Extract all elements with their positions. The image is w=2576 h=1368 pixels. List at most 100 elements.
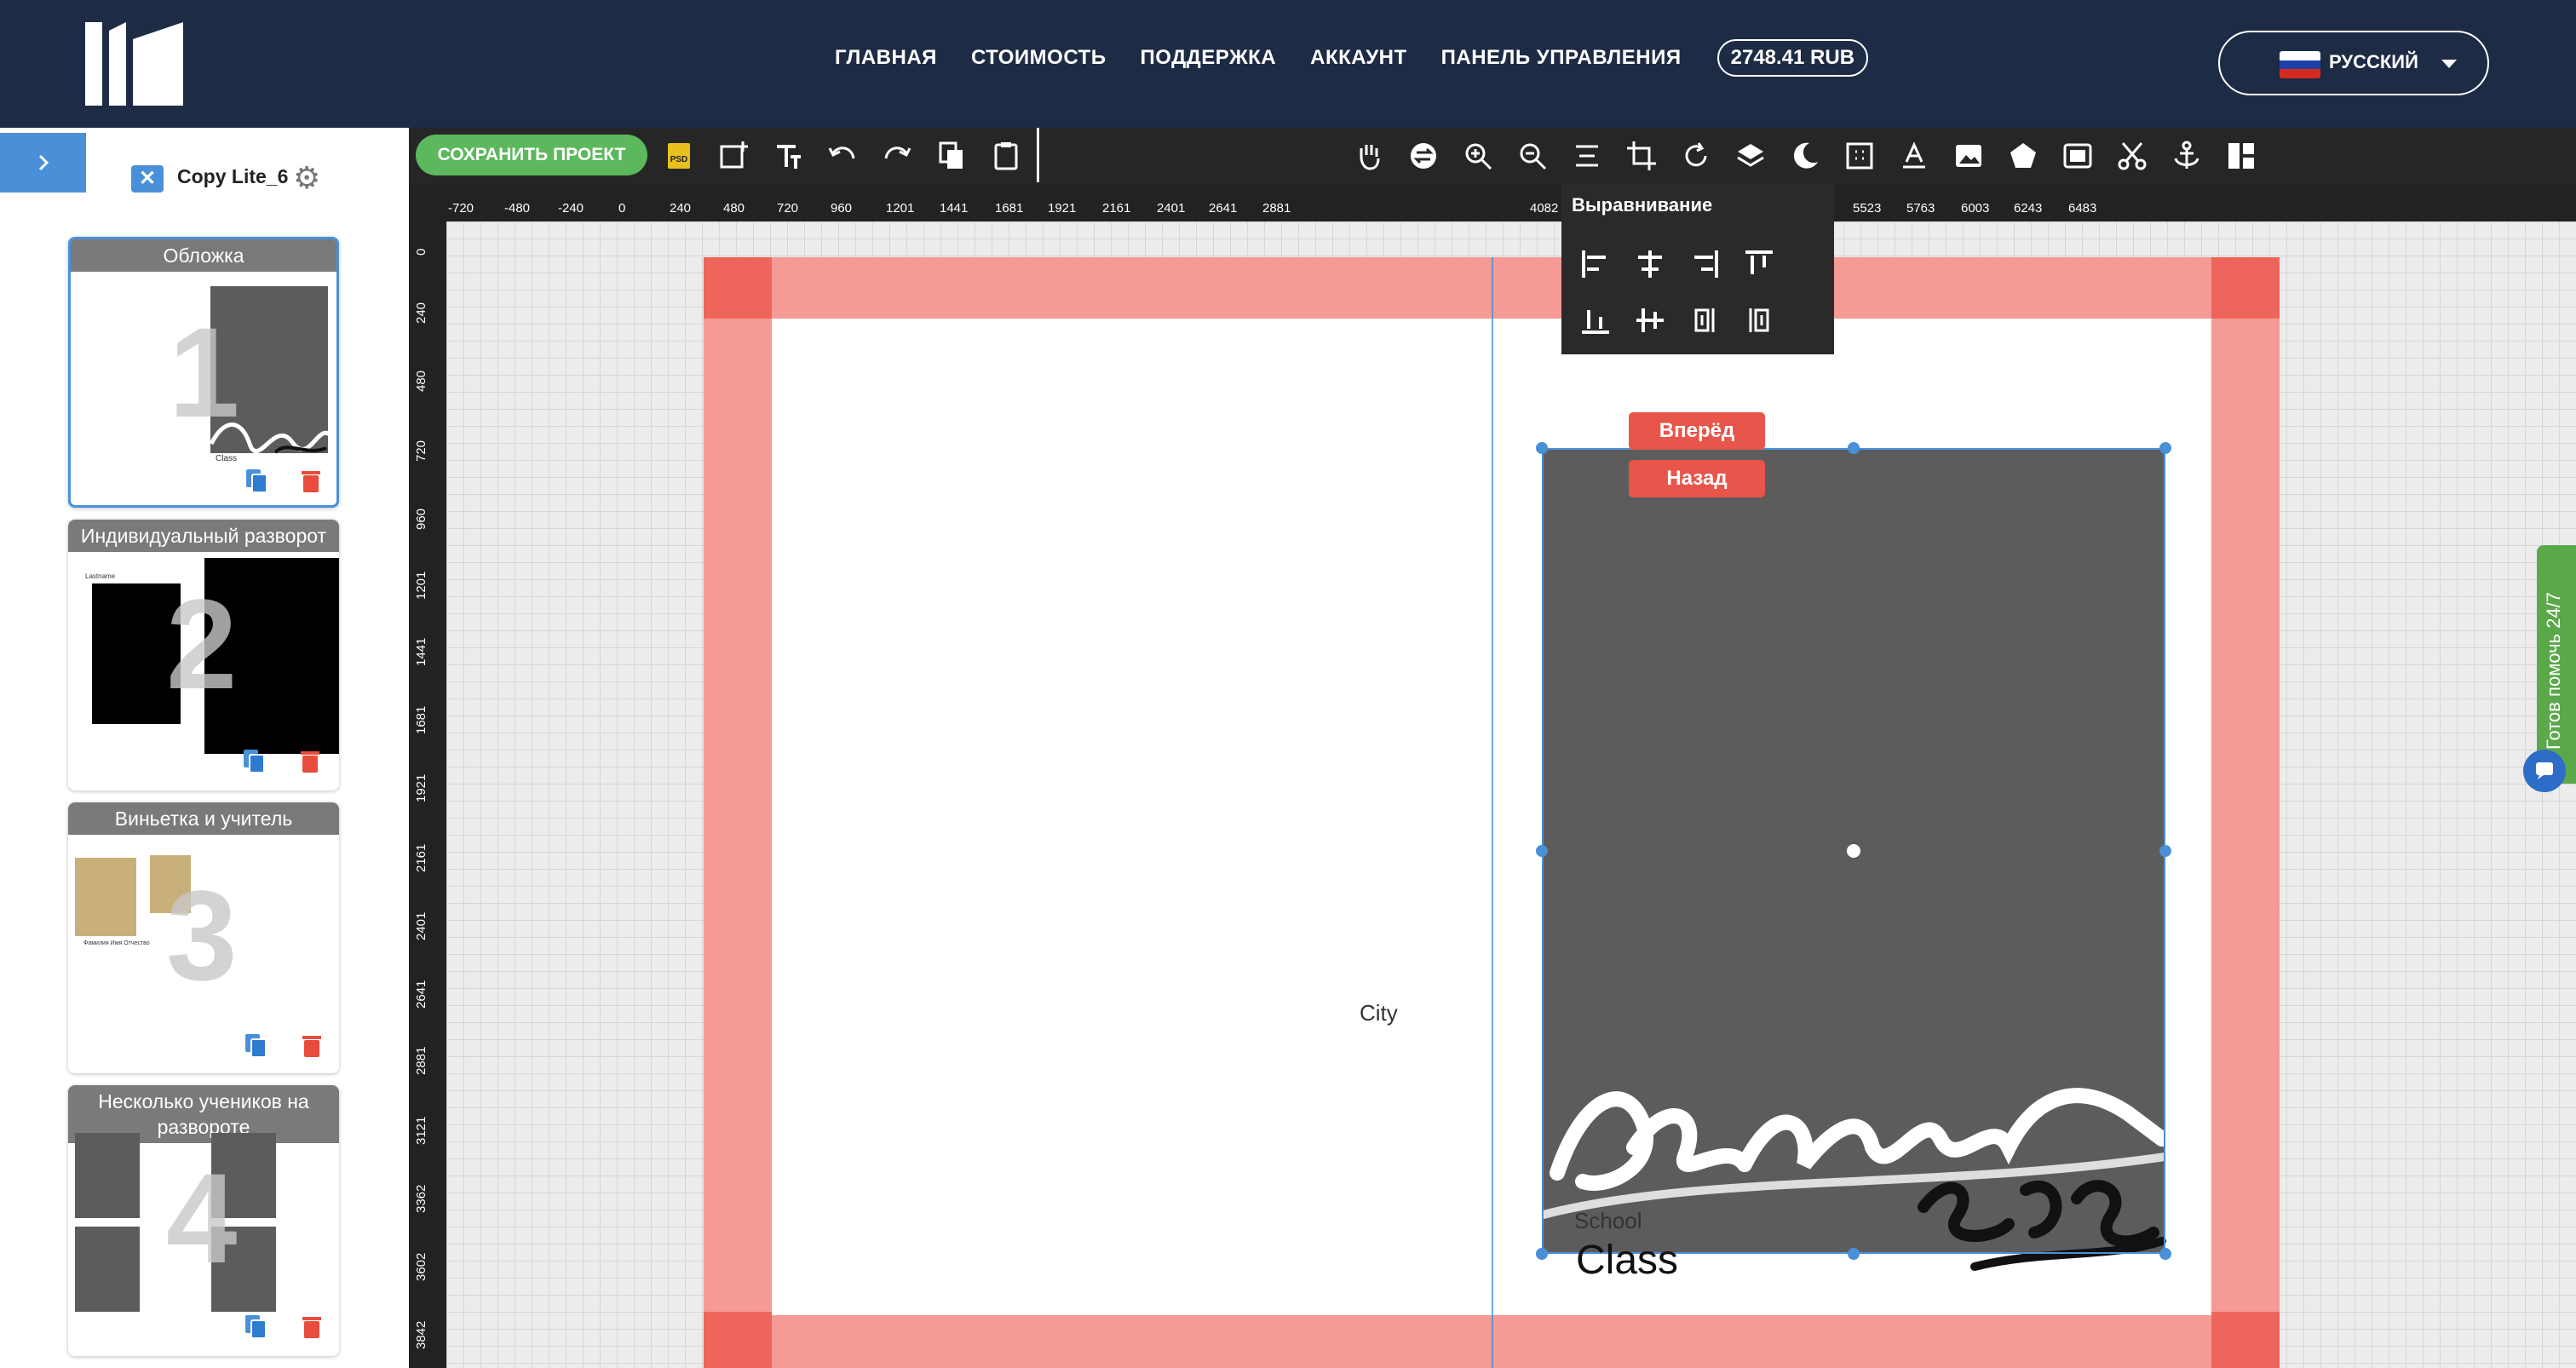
resize-handle[interactable] <box>2159 845 2171 857</box>
frame-icon[interactable] <box>2061 140 2094 172</box>
trash-icon[interactable] <box>300 750 320 773</box>
ruler-tick-label: 6243 <box>2014 201 2043 216</box>
bring-forward-button[interactable]: Вперёд <box>1629 412 1765 450</box>
trash-icon[interactable] <box>302 1315 322 1339</box>
duplicate-icon[interactable] <box>244 468 268 493</box>
gear-icon[interactable]: ⚙ <box>293 162 325 194</box>
ruler-tick-label: 1441 <box>940 201 969 216</box>
scissors-icon[interactable] <box>2116 140 2148 172</box>
resize-handle[interactable] <box>2159 1248 2171 1260</box>
image-icon[interactable] <box>1952 140 1985 172</box>
ruler-tick-label: 480 <box>723 201 745 216</box>
center-point[interactable] <box>1847 844 1860 858</box>
align-bottom-icon[interactable] <box>1578 303 1613 337</box>
ruler-tick-label: 0 <box>618 201 626 216</box>
align-top-icon[interactable] <box>1742 247 1776 281</box>
nav-link-pricing[interactable]: СТОИМОСТЬ <box>971 46 1107 70</box>
chevron-right-icon <box>38 154 49 171</box>
align-center-h-icon[interactable] <box>1633 247 1667 281</box>
align-popup: Выравнивание <box>1561 184 1834 354</box>
nav-link-support[interactable]: ПОДДЕРЖКА <box>1140 46 1276 70</box>
balance-badge[interactable]: 2748.41 RUB <box>1716 39 1869 77</box>
thumb-class-text: Class <box>216 454 238 463</box>
bleed-corner <box>2211 1312 2280 1368</box>
language-selector[interactable]: РУССКИЙ <box>2218 31 2489 95</box>
russia-flag-icon <box>2280 51 2320 78</box>
paste-icon[interactable] <box>990 140 1022 172</box>
help-tab-label[interactable]: Готов помочь 24/7 <box>2543 592 2565 750</box>
project-name[interactable]: Copy Lite_6 <box>177 165 288 188</box>
nav-link-dashboard[interactable]: ПАНЕЛЬ УПРАВЛЕНИЯ <box>1441 46 1682 70</box>
ruler-tick-label: 1921 <box>414 773 428 802</box>
resize-handle[interactable] <box>1536 845 1548 857</box>
save-project-button[interactable]: СОХРАНИТЬ ПРОЕКТ <box>416 135 647 175</box>
layout-icon[interactable] <box>2225 140 2257 172</box>
text-color-icon[interactable] <box>1898 140 1930 172</box>
class-text[interactable]: Class <box>1576 1237 1678 1284</box>
moon-icon[interactable] <box>1789 140 1821 172</box>
page-card-cover[interactable]: Обложка 1 Class <box>68 237 339 508</box>
send-backward-button[interactable]: Назад <box>1629 460 1765 497</box>
redo-icon[interactable] <box>881 140 913 172</box>
resize-handle[interactable] <box>1848 442 1860 454</box>
psd-export-icon[interactable]: PSD <box>663 140 695 172</box>
align-left-icon[interactable] <box>1578 247 1613 281</box>
bleed-corner <box>2211 257 2280 319</box>
ruler-tick-label: 2641 <box>1209 201 1238 216</box>
school-text[interactable]: School <box>1574 1208 1642 1234</box>
page-card-vignette-teacher[interactable]: Виньетка и учитель Фамилия Имя Отчество … <box>68 802 339 1073</box>
duplicate-icon[interactable] <box>244 1313 267 1339</box>
shape-icon[interactable] <box>2007 140 2039 172</box>
ruler-tick-label: 2881 <box>1262 201 1291 216</box>
grid-icon[interactable] <box>1843 140 1876 172</box>
design-canvas[interactable]: City School Class Вперёд Назад <box>446 221 2576 1368</box>
ruler-tick-label: 0 <box>414 248 428 256</box>
layers-icon[interactable] <box>1734 140 1767 172</box>
crop-icon[interactable] <box>1625 140 1658 172</box>
resize-handle[interactable] <box>1848 1248 1860 1260</box>
trash-icon[interactable] <box>301 469 321 493</box>
page-card-multiple-students[interactable]: Несколько учеников на развороте 4 <box>68 1085 339 1356</box>
page-card-individual-spread[interactable]: Индивидуальный разворот Lastname 2 <box>68 520 339 790</box>
anchor-icon[interactable] <box>2171 140 2203 172</box>
swap-icon[interactable] <box>1407 140 1440 172</box>
page-number: 4 <box>166 1147 238 1290</box>
resize-handle[interactable] <box>2159 442 2171 454</box>
ruler-tick-label: 3602 <box>414 1252 428 1281</box>
duplicate-icon[interactable] <box>242 748 266 773</box>
duplicate-icon[interactable] <box>244 1032 267 1058</box>
undo-icon[interactable] <box>826 140 859 172</box>
ruler-tick-label: 2401 <box>1157 201 1186 216</box>
zoom-out-icon[interactable] <box>1516 140 1549 172</box>
rotate-icon[interactable] <box>1680 140 1712 172</box>
align-right-icon[interactable] <box>1688 247 1722 281</box>
ruler-tick-label: 3362 <box>414 1184 428 1213</box>
vertical-ruler: 0 240 480 720 960 1201 1441 1681 1921 2161 2401 264… <box>409 221 446 1368</box>
nav-link-account[interactable]: АККАУНТ <box>1310 46 1406 70</box>
copy-icon[interactable] <box>935 140 968 172</box>
page-number: 3 <box>166 864 238 1007</box>
brand-logo-icon[interactable] <box>85 22 183 106</box>
chat-button[interactable] <box>2523 750 2566 792</box>
top-navbar: ГЛАВНАЯ СТОИМОСТЬ ПОДДЕРЖКА АККАУНТ ПАНЕ… <box>0 0 2576 128</box>
page-number: 1 <box>169 301 240 444</box>
distribute-h-icon[interactable] <box>1688 303 1722 337</box>
city-text[interactable]: City <box>1360 1000 1398 1026</box>
ruler-tick-label: 3842 <box>414 1320 428 1349</box>
resize-handle[interactable] <box>1536 442 1548 454</box>
resize-handle[interactable] <box>1536 1248 1548 1260</box>
zoom-in-icon[interactable] <box>1462 140 1494 172</box>
hand-pan-icon[interactable] <box>1353 140 1385 172</box>
sidebar-expand-button[interactable] <box>0 133 86 193</box>
add-text-icon[interactable] <box>772 140 804 172</box>
trash-icon[interactable] <box>302 1034 322 1058</box>
nav-link-home[interactable]: ГЛАВНАЯ <box>835 46 937 70</box>
close-project-button[interactable]: ✕ <box>131 165 164 193</box>
align-menu-icon[interactable] <box>1571 140 1603 172</box>
add-image-icon[interactable] <box>717 140 750 172</box>
distribute-v-icon[interactable] <box>1742 303 1776 337</box>
ruler-tick-label: 6483 <box>2068 201 2097 216</box>
spread-page[interactable]: City School Class Вперёд Назад <box>704 257 2280 1368</box>
page-card-title: Обложка <box>71 239 336 272</box>
align-center-v-icon[interactable] <box>1633 303 1667 337</box>
